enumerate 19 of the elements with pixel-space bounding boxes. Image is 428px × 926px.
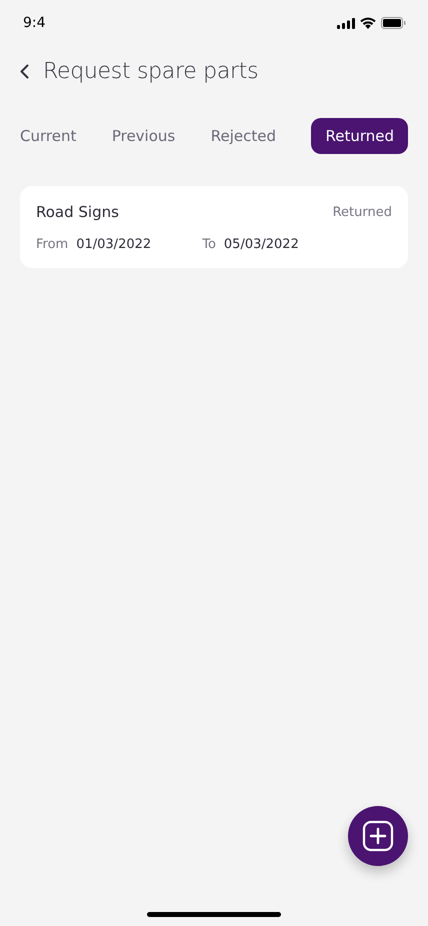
to-label: To [202, 237, 216, 252]
status-time: 9:4 [23, 15, 46, 31]
battery-icon [381, 17, 406, 29]
tab[interactable]: Rejected [210, 118, 276, 154]
signal-icon [337, 18, 355, 28]
wifi-icon [360, 17, 376, 29]
request-status: Returned [332, 204, 392, 220]
page-title: Request spare parts [43, 59, 258, 84]
back-icon[interactable] [20, 64, 29, 79]
tab[interactable]: Current [20, 118, 76, 154]
add-button[interactable] [348, 806, 408, 866]
from-date: 01/03/2022 [76, 237, 152, 252]
request-name: Road Signs [36, 203, 119, 221]
from-label: From [36, 237, 68, 252]
tab[interactable]: Previous [112, 118, 176, 154]
request-card[interactable]: Road Signs Returned From 01/03/2022 To 05/03/2022 [20, 186, 408, 268]
tab[interactable]: Returned [311, 118, 408, 154]
add-icon [362, 820, 394, 852]
to-date: 05/03/2022 [224, 237, 299, 252]
